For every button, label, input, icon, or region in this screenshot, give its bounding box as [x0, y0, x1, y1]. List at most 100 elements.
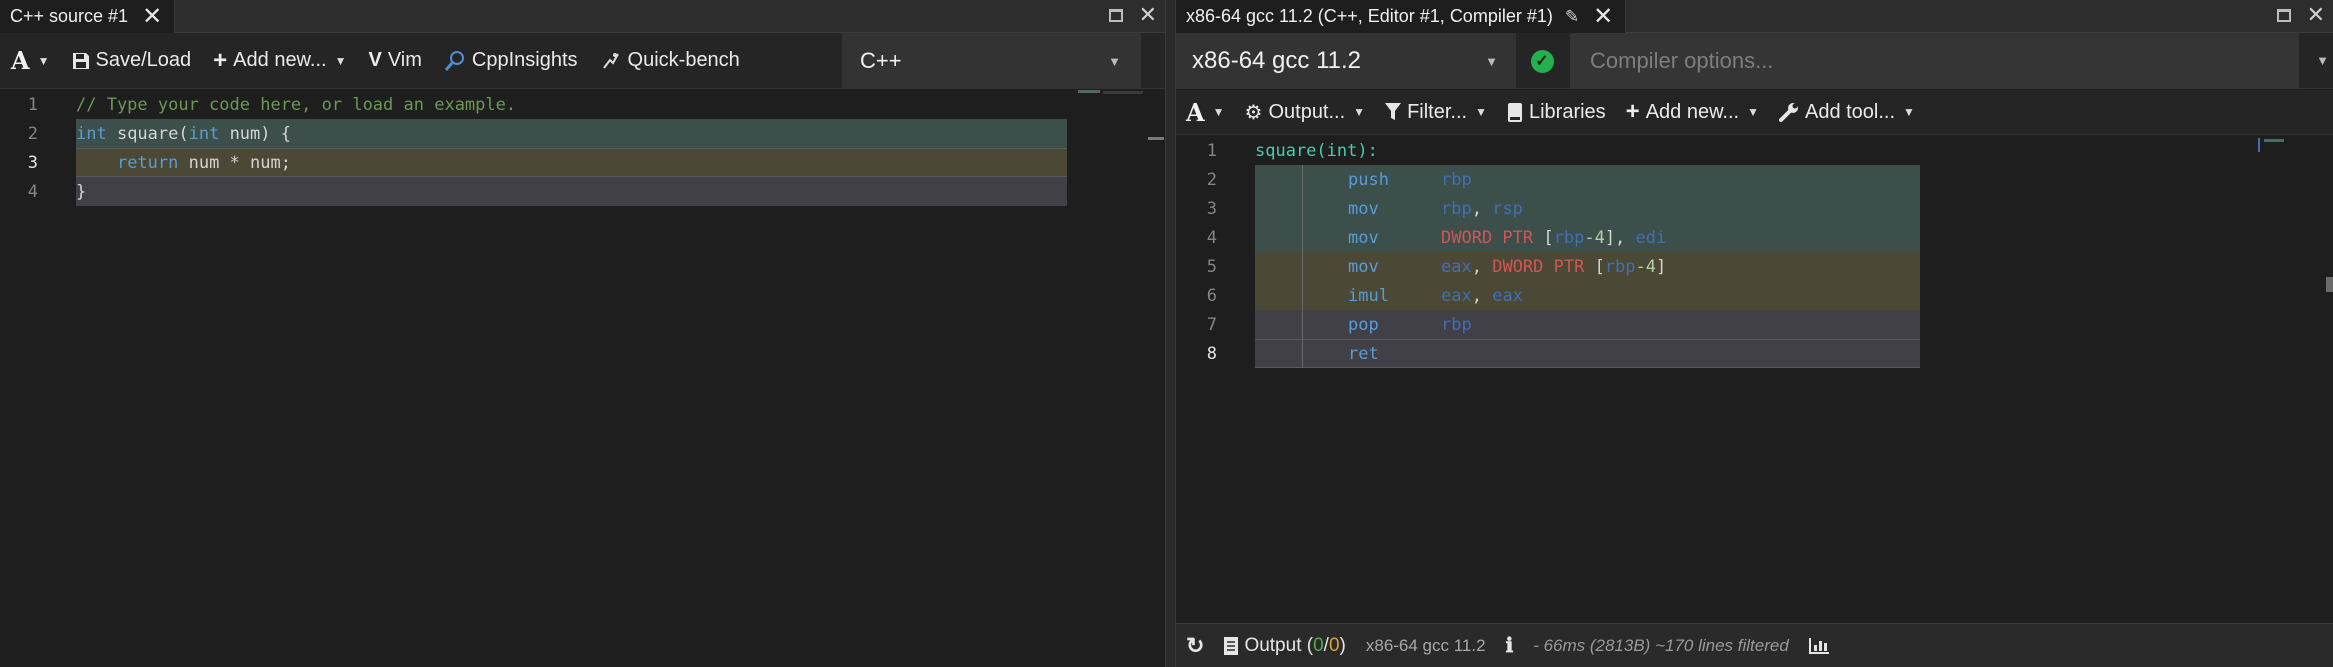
- source-code-editor[interactable]: 1 // Type your code here, or load an exam…: [0, 90, 1165, 667]
- source-toolbar: A ▼ Save/Load + Add new... ▼ V Vim CppInsi…: [0, 33, 1165, 89]
- scrollbar[interactable]: [2326, 277, 2333, 292]
- source-tab[interactable]: C++ source #1 ✕: [0, 0, 176, 33]
- floppy-disk-icon: [72, 52, 89, 69]
- compiler-pane: x86-64 gcc 11.2 (C++, Editor #1, Compile…: [1176, 0, 2333, 667]
- output-button[interactable]: Output (0/0): [1214, 635, 1355, 657]
- asm-line[interactable]: 2 push rbp: [1176, 165, 2333, 194]
- compiler-options-input[interactable]: [1570, 33, 2299, 89]
- minimap: [2258, 138, 2260, 152]
- asm-operands: rbp: [1441, 314, 1472, 335]
- filter-label: Filter...: [1407, 100, 1468, 123]
- assembly-output-editor[interactable]: 1 square(int): 2 push rbp 3 mov rbp, rsp 4 mov DWO…: [1176, 136, 2333, 614]
- source-line[interactable]: 3 return num * num;: [0, 148, 1165, 177]
- font-size-button[interactable]: A ▼: [1176, 92, 1235, 132]
- compiler-maximize-icon[interactable]: [2276, 8, 2291, 22]
- filter-icon: [1385, 103, 1402, 120]
- compiler-close-icon[interactable]: ✕: [2307, 4, 2325, 26]
- cppinsights-button[interactable]: CppInsights: [433, 41, 589, 81]
- stats-chart-icon[interactable]: [1799, 637, 1839, 654]
- source-code-text: return num * num;: [116, 152, 291, 173]
- output-close-paren: ): [1339, 634, 1346, 656]
- status-compiler-name: x86-64 gcc 11.2: [1365, 635, 1486, 655]
- asm-line[interactable]: 6 imul eax, eax: [1176, 281, 2333, 310]
- source-code-text: // Type your code here, or load an examp…: [76, 94, 517, 115]
- source-tabbar: C++ source #1 ✕ ✕: [0, 0, 1165, 33]
- book-icon: [1507, 102, 1522, 122]
- vim-icon: V: [368, 49, 382, 71]
- compiler-tab-close-icon[interactable]: ✕: [1593, 4, 1613, 29]
- asm-operands: eax, eax: [1441, 285, 1523, 306]
- add-new-button[interactable]: + Add new... ▼: [1616, 92, 1769, 132]
- line-number: 4: [27, 181, 38, 202]
- compiler-select[interactable]: x86-64 gcc 11.2 ▼: [1176, 33, 1516, 89]
- gear-icon: ⚙: [1244, 101, 1263, 124]
- cppinsights-label: CppInsights: [471, 49, 578, 71]
- source-close-icon[interactable]: ✕: [1139, 4, 1157, 26]
- add-tool-label: Add tool...: [1804, 100, 1896, 123]
- recompile-button[interactable]: ↻: [1176, 633, 1214, 659]
- chevron-down-icon: ▼: [1485, 53, 1498, 69]
- plus-icon: +: [213, 46, 228, 74]
- libraries-button[interactable]: Libraries: [1497, 92, 1616, 132]
- source-line[interactable]: 4}: [0, 177, 1165, 206]
- asm-mnemonic: pop: [1348, 314, 1379, 335]
- language-select[interactable]: C++ ▼: [842, 33, 1141, 89]
- vim-button[interactable]: V Vim: [357, 41, 432, 81]
- source-editor-pane: C++ source #1 ✕ ✕ A ▼ Save/Load + Add new…: [0, 0, 1165, 667]
- minimap: [2264, 139, 2284, 142]
- source-maximize-icon[interactable]: [1108, 8, 1123, 22]
- filter-button[interactable]: Filter... ▼: [1375, 92, 1497, 132]
- compiler-tabbar: x86-64 gcc 11.2 (C++, Editor #1, Compile…: [1176, 0, 2333, 33]
- font-size-button[interactable]: A ▼: [0, 41, 61, 81]
- asm-line[interactable]: 4 mov DWORD PTR [rbp-4], edi: [1176, 223, 2333, 252]
- line-number: 3: [27, 152, 38, 173]
- chevron-down-icon: ▼: [1747, 105, 1759, 119]
- line-number: 6: [1206, 285, 1217, 306]
- compiler-toolbar: A ▼ ⚙ Output... ▼ Filter... ▼ Libraries + A…: [1176, 90, 2333, 135]
- source-code-text: int square(int num) {: [76, 123, 291, 144]
- asm-line[interactable]: 3 mov rbp, rsp: [1176, 194, 2333, 223]
- save-load-label: Save/Load: [95, 49, 192, 71]
- add-new-button[interactable]: + Add new... ▼: [202, 41, 357, 81]
- add-new-label: Add new...: [233, 49, 327, 71]
- chevron-down-icon: ▼: [1475, 105, 1487, 119]
- add-tool-button[interactable]: Add tool... ▼: [1769, 92, 1925, 132]
- chevron-down-icon[interactable]: ▼: [2316, 53, 2329, 68]
- pane-splitter[interactable]: [1165, 0, 1176, 667]
- minimap: [1103, 91, 1143, 94]
- line-number: 2: [27, 123, 38, 144]
- info-icon[interactable]: ℹ: [1496, 633, 1524, 658]
- line-number: 5: [1206, 256, 1217, 277]
- libraries-label: Libraries: [1528, 100, 1606, 123]
- chevron-down-icon: ▼: [334, 53, 347, 68]
- asm-line[interactable]: 5 mov eax, DWORD PTR [rbp-4]: [1176, 252, 2333, 281]
- pencil-icon[interactable]: ✎: [1565, 7, 1579, 27]
- line-number: 1: [27, 94, 38, 115]
- magnifier-icon: [444, 50, 464, 71]
- source-line[interactable]: 1 // Type your code here, or load an exam…: [0, 90, 1165, 119]
- compiler-tab-title: x86-64 gcc 11.2 (C++, Editor #1, Compile…: [1186, 6, 1553, 26]
- source-line[interactable]: 2 int square(int num) {: [0, 119, 1165, 148]
- compiler-tab[interactable]: x86-64 gcc 11.2 (C++, Editor #1, Compile…: [1176, 0, 1627, 33]
- stopwatch-icon: [602, 52, 619, 69]
- output-options-button[interactable]: ⚙ Output... ▼: [1235, 92, 1376, 132]
- asm-mnemonic: mov: [1348, 227, 1379, 248]
- asm-line[interactable]: 7 pop rbp: [1176, 310, 2333, 339]
- compiler-bar: x86-64 gcc 11.2 ▼ ✓ ▼: [1176, 33, 2333, 89]
- asm-mnemonic: ret: [1348, 343, 1379, 364]
- asm-mnemonic: mov: [1348, 256, 1379, 277]
- language-value: C++: [860, 48, 902, 73]
- document-icon: [1224, 636, 1239, 655]
- asm-line[interactable]: 1 square(int):: [1176, 136, 2333, 165]
- line-number: 3: [1206, 198, 1217, 219]
- refresh-icon: ↻: [1186, 632, 1205, 658]
- minimap: [1078, 90, 1100, 93]
- asm-line[interactable]: 8 ret: [1176, 339, 2333, 368]
- chevron-down-icon: ▼: [37, 53, 50, 68]
- source-tab-close-icon[interactable]: ✕: [142, 4, 162, 29]
- quick-bench-button[interactable]: Quick-bench: [589, 41, 751, 81]
- save-load-button[interactable]: Save/Load: [61, 41, 203, 81]
- stderr-count: 0: [1328, 634, 1340, 656]
- scrollbar[interactable]: [1148, 137, 1164, 140]
- chevron-down-icon: ▼: [1353, 105, 1366, 119]
